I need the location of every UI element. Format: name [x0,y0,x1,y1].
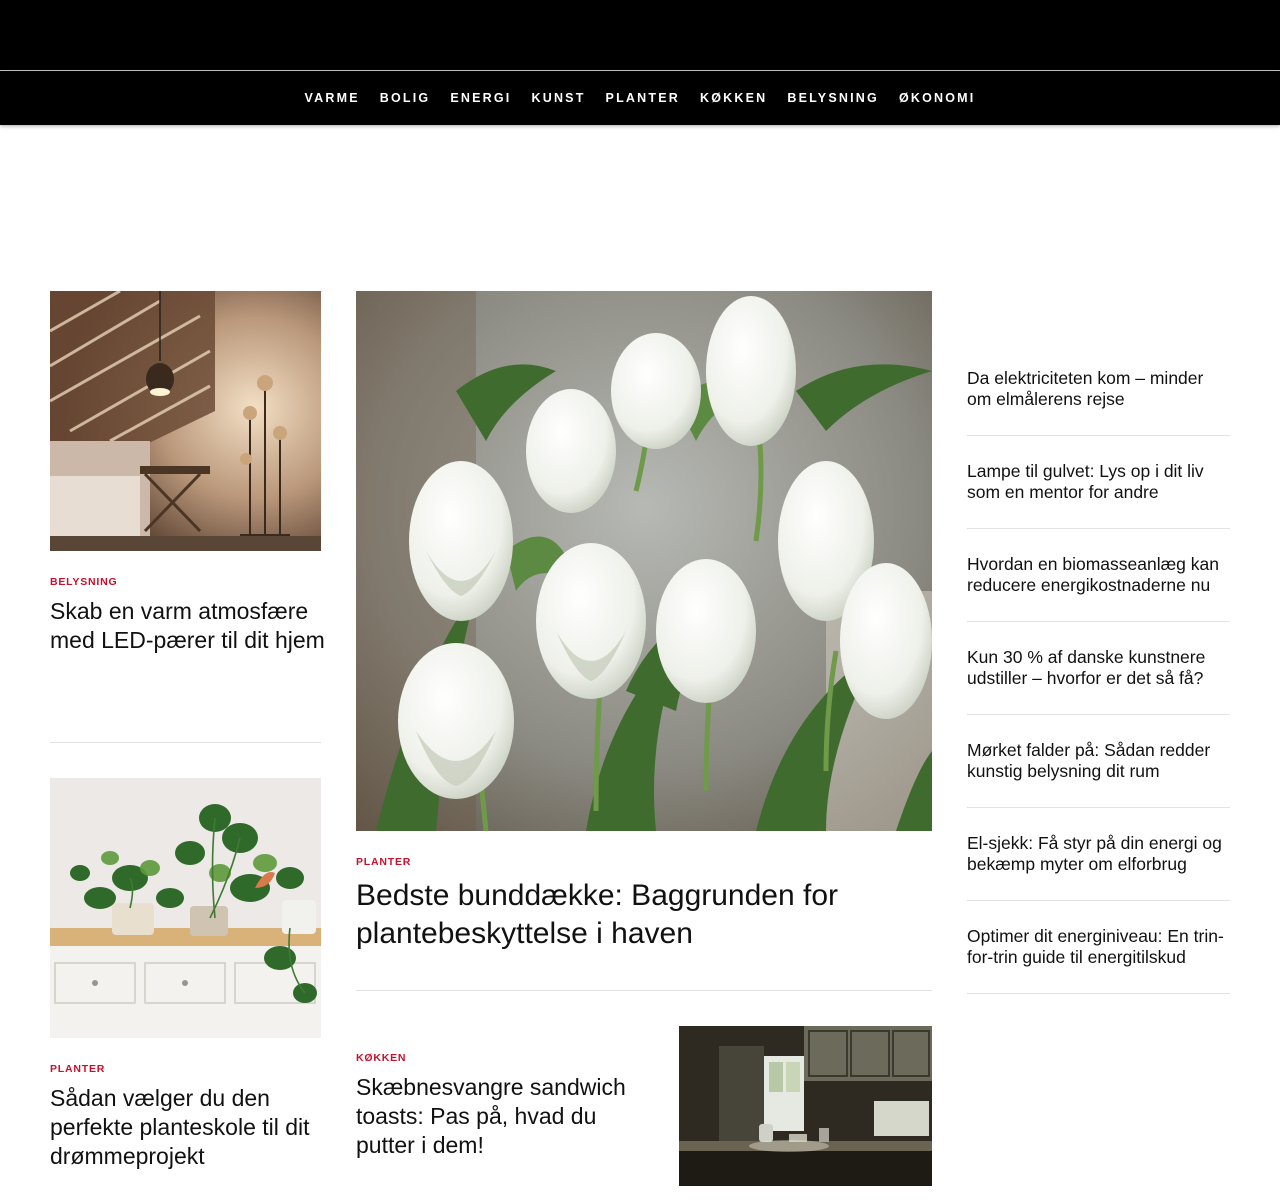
article-title[interactable]: Skæbnesvangre sandwich toasts: Pas på, h… [356,1073,656,1160]
kitchen-photo [679,1026,932,1186]
nav-item-kokken[interactable]: KØKKEN [690,71,777,125]
list-item: El-sjekk: Få styr på din energi og bekæm… [967,808,1230,901]
featured-article-image[interactable] [356,291,932,831]
article-image-kitchen[interactable] [679,1026,932,1186]
article-category[interactable]: PLANTER [50,1063,105,1075]
featured-article-title[interactable]: Bedste bunddække: Baggrunden for planteb… [356,877,932,953]
nav-item-bolig[interactable]: BOLIG [370,71,441,125]
article-category[interactable]: BELYSNING [50,576,118,588]
nav-item-planter[interactable]: PLANTER [596,71,690,125]
list-item: Kun 30 % af danske kunstnere udstiller –… [967,622,1230,715]
nav-item-kunst[interactable]: KUNST [521,71,595,125]
list-item: Lampe til gulvet: Lys op i dit liv som e… [967,436,1230,529]
divider [356,990,932,991]
article-category[interactable]: PLANTER [356,856,411,868]
article-category[interactable]: KØKKEN [356,1052,406,1064]
sidebar-article-link[interactable]: Kun 30 % af danske kunstnere udstiller –… [967,647,1230,689]
article-title[interactable]: Sådan vælger du den perfekte planteskole… [50,1084,325,1171]
sidebar-article-link[interactable]: Lampe til gulvet: Lys op i dit liv som e… [967,461,1230,503]
article-image-bedroom-lighting[interactable] [50,291,321,551]
sidebar-article-link[interactable]: Hvordan en biomasseanlæg kan reducere en… [967,554,1230,596]
list-item: Da elektriciteten kom – minder om elmåle… [967,343,1230,436]
houseplants-photo [50,778,321,1038]
list-item: Hvordan en biomasseanlæg kan reducere en… [967,529,1230,622]
nav-menu: VARME BOLIG ENERGI KUNST PLANTER KØKKEN … [0,71,1280,125]
white-tulips-photo [356,291,932,831]
list-item: Optimer dit energiniveau: En trin-for-tr… [967,901,1230,994]
nav-item-varme[interactable]: VARME [295,71,370,125]
sidebar-article-link[interactable]: Da elektriciteten kom – minder om elmåle… [967,368,1230,410]
sidebar-article-link[interactable]: Mørket falder på: Sådan redder kunstig b… [967,740,1230,782]
main-navigation: VARME BOLIG ENERGI KUNST PLANTER KØKKEN … [0,71,1280,125]
article-title[interactable]: Skab en varm atmosfære med LED-pærer til… [50,597,325,655]
list-item: Mørket falder på: Sådan redder kunstig b… [967,715,1230,808]
sidebar-article-link[interactable]: El-sjekk: Få styr på din energi og bekæm… [967,833,1230,875]
nav-item-okonomi[interactable]: ØKONOMI [889,71,986,125]
sidebar-article-link[interactable]: Optimer dit energiniveau: En trin-for-tr… [967,926,1230,968]
nav-item-energi[interactable]: ENERGI [440,71,521,125]
bedroom-lamp-photo [50,291,321,551]
nav-item-belysning[interactable]: BELYSNING [777,71,889,125]
divider [50,742,321,743]
sidebar-article-list: Da elektriciteten kom – minder om elmåle… [967,343,1230,994]
top-header-bar [0,0,1280,70]
article-image-houseplants[interactable] [50,778,321,1038]
